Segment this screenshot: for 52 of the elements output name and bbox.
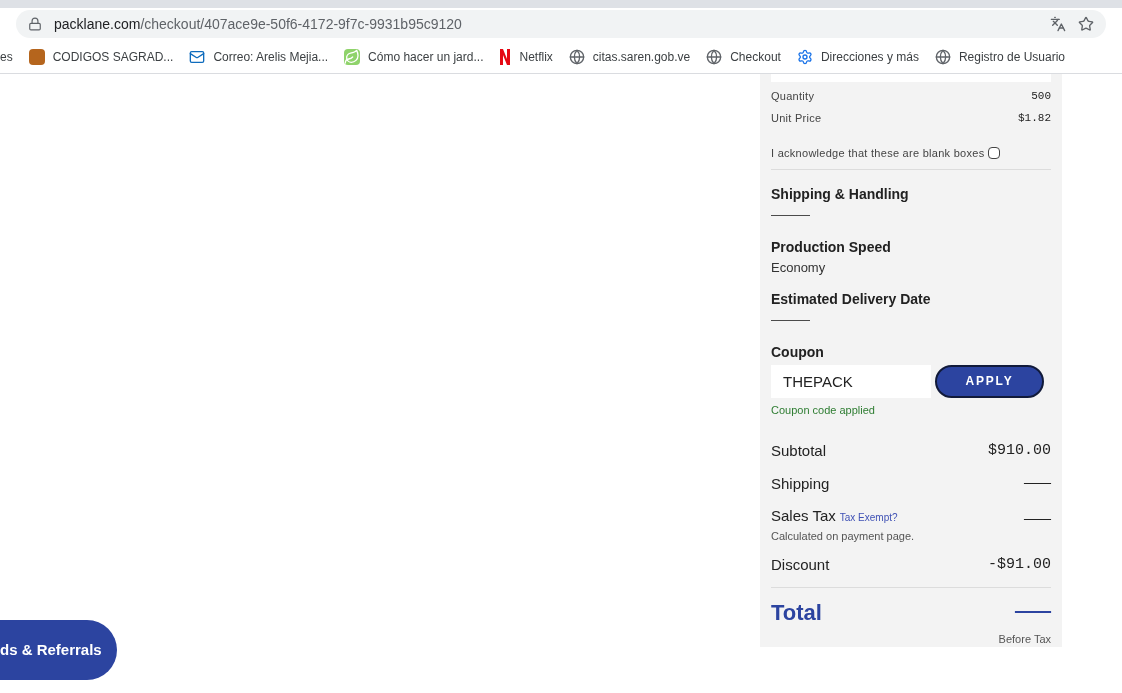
acknowledge-checkbox[interactable] — [988, 146, 1001, 159]
bookmark-item[interactable]: Correo: Arelis Mejia... — [189, 47, 329, 66]
summary-value: -$91.00 — [988, 555, 1051, 575]
summary-value: $910.00 — [988, 441, 1051, 461]
url-text: packlane.com/checkout/407ace9e-50f6-4172-9f7c-9931b95c9120 — [54, 14, 462, 34]
summary-label: Subtotal — [771, 441, 827, 461]
detail-value: $1.82 — [1018, 111, 1051, 126]
address-bar[interactable]: packlane.com/checkout/407ace9e-50f6-4172-9f7c-9931b95c9120 — [16, 10, 1106, 38]
summary-label: Sales Tax — [771, 506, 836, 526]
section-title: Shipping & Handling — [771, 185, 910, 204]
summary-label: Discount — [771, 555, 830, 575]
apply-button[interactable]: APPLY — [935, 364, 1044, 398]
bookmark-item[interactable]: es — [0, 47, 13, 66]
translate-icon[interactable] — [1050, 16, 1066, 32]
total-label: Total — [771, 598, 822, 627]
summary-value: ——— — [1024, 473, 1051, 494]
picture-icon — [28, 48, 45, 65]
globe-icon — [934, 48, 951, 65]
bookmark-item[interactable]: citas.saren.gob.ve — [568, 47, 691, 66]
leaf-icon — [344, 48, 361, 65]
bookmark-item[interactable]: Netflix — [499, 47, 553, 66]
coupon-message: Coupon code applied — [771, 402, 876, 418]
bookmark-item[interactable]: CODIGOS SAGRAD... — [28, 47, 174, 66]
section-value: ——— — [771, 206, 811, 224]
bookmark-item[interactable]: Cómo hacer un jard... — [344, 47, 484, 66]
section-title: Production Speed — [771, 237, 892, 257]
bookmark-item[interactable]: Direcciones y más — [796, 47, 919, 66]
bookmark-item[interactable]: Checkout — [706, 47, 781, 66]
n-logo-icon — [499, 48, 512, 65]
coupon-label: Coupon — [771, 342, 825, 362]
tax-exempt-link[interactable]: Tax Exempt? — [839, 510, 898, 525]
section-value: ——— — [771, 311, 811, 329]
acknowledge-label: I acknowledge that these are blank boxes — [771, 145, 985, 161]
summary-value: ——— — [1024, 510, 1051, 530]
lock-icon — [28, 17, 42, 31]
detail-label: Unit Price — [771, 111, 822, 126]
detail-value: 500 — [1031, 88, 1051, 104]
coupon-field[interactable]: THEPACK — [771, 364, 931, 398]
summary-label: Shipping — [771, 473, 830, 494]
bookmark-item[interactable]: Registro de Usuario — [934, 47, 1065, 66]
detail-label: Quantity — [771, 88, 815, 104]
globe-icon — [568, 48, 585, 65]
section-value: Economy — [771, 258, 827, 277]
total-note: Before Tax — [998, 631, 1051, 647]
mail-icon — [189, 48, 206, 65]
globe-icon — [706, 48, 723, 65]
rewards-button[interactable]: ds & Referrals — [0, 620, 117, 680]
bookmark-star-icon[interactable] — [1078, 16, 1094, 32]
summary-note: Calculated on payment page. — [771, 528, 915, 544]
section-title: Estimated Delivery Date — [771, 290, 932, 309]
gear-icon — [796, 48, 813, 65]
total-value: ——— — [1015, 599, 1051, 625]
